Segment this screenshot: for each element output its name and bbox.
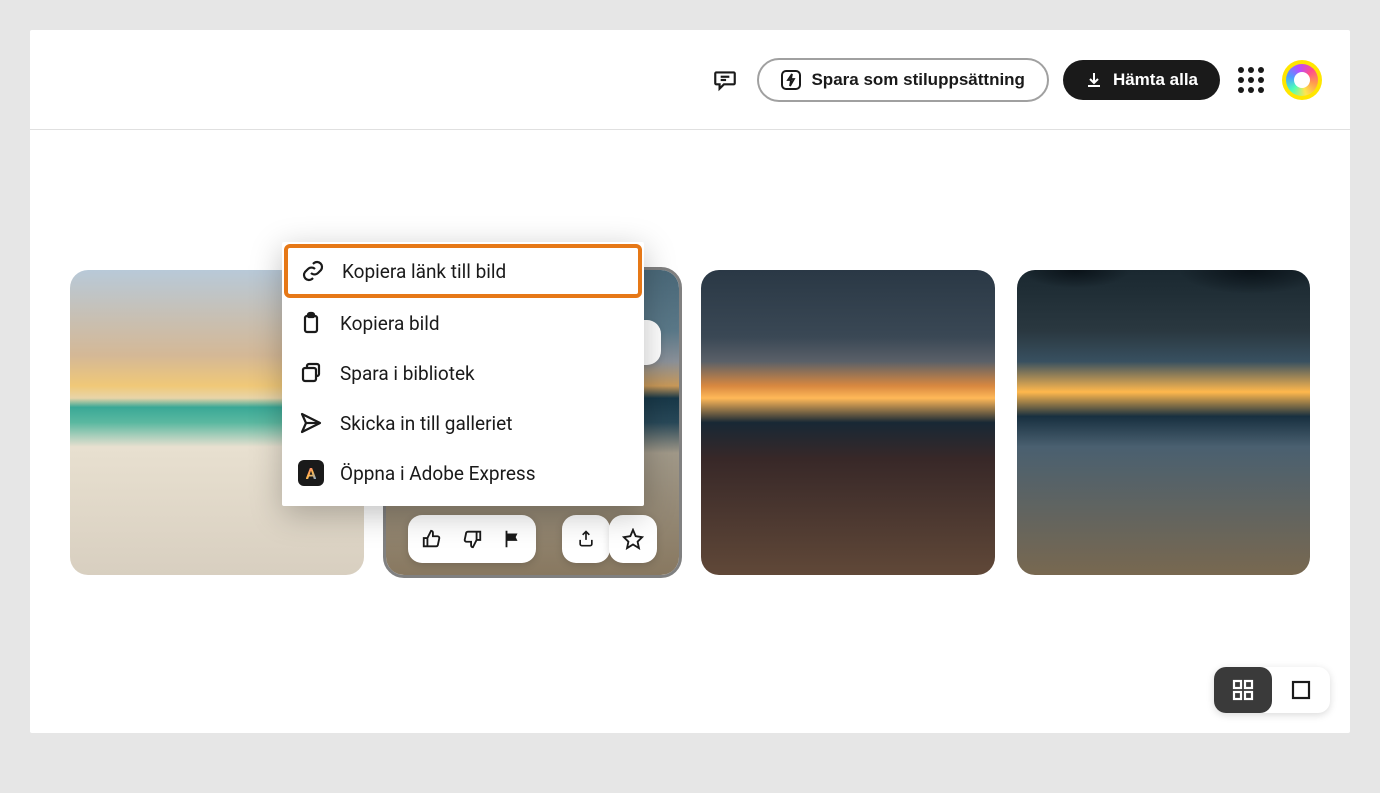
- star-icon: [622, 528, 644, 550]
- image-grid: [70, 270, 1310, 575]
- download-icon: [1085, 71, 1103, 89]
- download-all-label: Hämta alla: [1113, 70, 1198, 90]
- app-switcher-button[interactable]: [1238, 67, 1264, 93]
- context-menu: Kopiera länk till bild Kopiera bild Spar…: [282, 242, 644, 506]
- view-toggle: [1214, 667, 1330, 713]
- favorite-action: [609, 515, 657, 563]
- menu-item-label: Öppna i Adobe Express: [340, 462, 536, 485]
- single-view-button[interactable]: [1272, 667, 1330, 713]
- menu-open-adobe-express[interactable]: Öppna i Adobe Express: [282, 448, 644, 498]
- content-area: [30, 130, 1350, 615]
- save-style-button[interactable]: Spara som stiluppsättning: [757, 58, 1048, 102]
- lightning-icon: [781, 70, 801, 90]
- avatar[interactable]: [1282, 60, 1322, 100]
- menu-submit-gallery[interactable]: Skicka in till galleriet: [282, 398, 644, 448]
- menu-item-label: Kopiera länk till bild: [342, 260, 506, 283]
- adobe-express-icon: [298, 460, 324, 486]
- menu-copy-link[interactable]: Kopiera länk till bild: [284, 244, 642, 298]
- clipboard-icon: [298, 310, 324, 336]
- menu-item-label: Kopiera bild: [340, 312, 440, 335]
- menu-save-library[interactable]: Spara i bibliotek: [282, 348, 644, 398]
- toolbar: Spara som stiluppsättning Hämta alla: [30, 30, 1350, 130]
- send-icon: [298, 410, 324, 436]
- feedback-icon: [712, 67, 738, 93]
- menu-item-label: Skicka in till galleriet: [340, 412, 512, 435]
- menu-copy-image[interactable]: Kopiera bild: [282, 298, 644, 348]
- thumbs-down-icon: [461, 528, 483, 550]
- share-button[interactable]: [566, 519, 606, 559]
- flag-icon: [501, 528, 523, 550]
- link-icon: [300, 258, 326, 284]
- favorite-button[interactable]: [613, 519, 653, 559]
- share-action: [562, 515, 610, 563]
- thumbs-up-button[interactable]: [412, 519, 452, 559]
- single-icon: [1290, 679, 1312, 701]
- image-card[interactable]: [701, 270, 995, 575]
- feedback-button[interactable]: [707, 62, 743, 98]
- save-style-label: Spara som stiluppsättning: [811, 70, 1024, 90]
- download-all-button[interactable]: Hämta alla: [1063, 60, 1220, 100]
- grid-view-button[interactable]: [1214, 667, 1272, 713]
- thumbs-up-icon: [421, 528, 443, 550]
- thumbs-down-button[interactable]: [452, 519, 492, 559]
- image-card[interactable]: [1017, 270, 1311, 575]
- feedback-actions: [408, 515, 536, 563]
- flag-button[interactable]: [492, 519, 532, 559]
- library-icon: [298, 360, 324, 386]
- app-container: Spara som stiluppsättning Hämta alla: [30, 30, 1350, 733]
- menu-item-label: Spara i bibliotek: [340, 362, 475, 385]
- share-icon: [576, 529, 596, 549]
- grid-icon: [1232, 679, 1254, 701]
